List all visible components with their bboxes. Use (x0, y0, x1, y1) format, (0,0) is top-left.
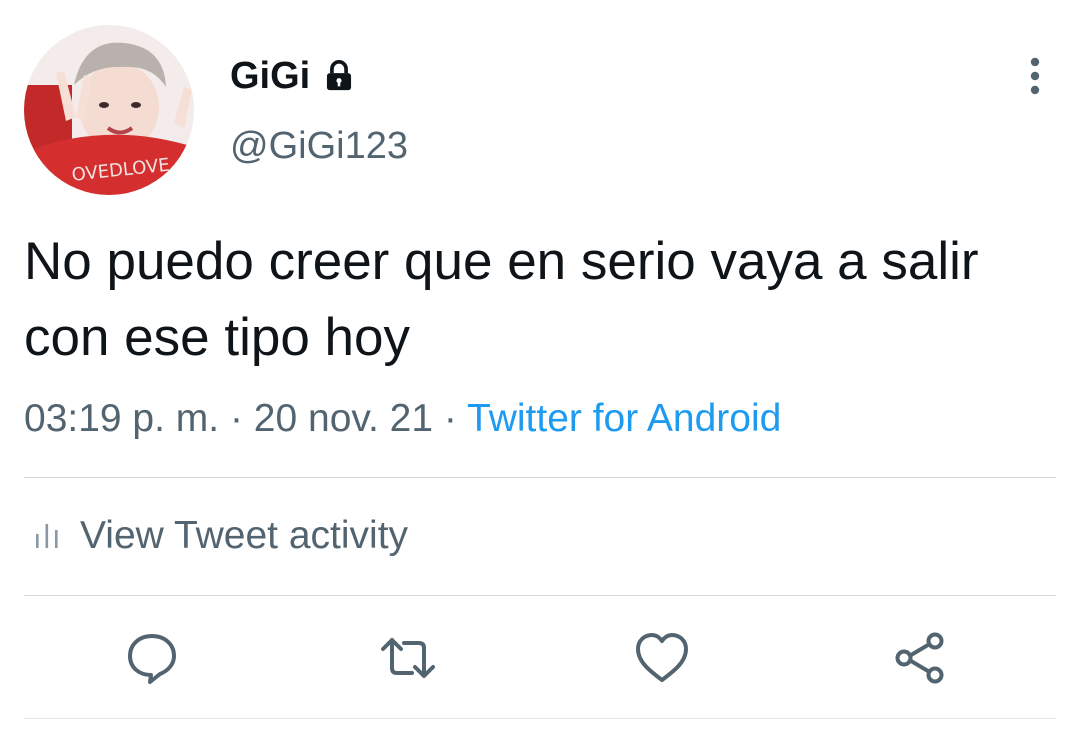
retweet-icon (381, 638, 435, 678)
avatar[interactable]: OVEDLOVE (24, 25, 194, 195)
meta-separator: · (433, 397, 468, 440)
display-name-text: GiGi (230, 55, 311, 97)
meta-separator: · (219, 397, 254, 440)
divider (24, 718, 1056, 719)
avatar-image: OVEDLOVE (24, 25, 194, 195)
display-name[interactable]: GiGi (230, 52, 356, 100)
divider (24, 595, 1056, 596)
tweet-text: No puedo creer que en serio vaya a salir… (24, 232, 979, 367)
bar-chart-icon (36, 524, 58, 548)
tweet-date[interactable]: 20 nov. 21 (254, 397, 433, 440)
view-tweet-activity-button[interactable]: View Tweet activity (34, 512, 408, 560)
reply-button[interactable] (122, 628, 182, 688)
view-tweet-activity-label: View Tweet activity (80, 514, 409, 557)
like-icon (636, 633, 688, 682)
tweet-source[interactable]: Twitter for Android (467, 397, 781, 440)
share-icon (895, 632, 944, 684)
divider (24, 477, 1056, 478)
share-button[interactable] (890, 628, 950, 688)
tweet-time[interactable]: 03:19 p. m. (24, 397, 219, 440)
tweet-meta: 03:19 p. m. · 20 nov. 21 · Twitter for A… (24, 395, 781, 443)
retweet-button[interactable] (378, 628, 438, 688)
lock-icon (327, 60, 352, 91)
like-button[interactable] (632, 628, 692, 688)
reply-icon (128, 634, 176, 684)
user-handle[interactable]: @GiGi123 (230, 122, 408, 170)
more-options-icon[interactable] (1018, 56, 1052, 96)
